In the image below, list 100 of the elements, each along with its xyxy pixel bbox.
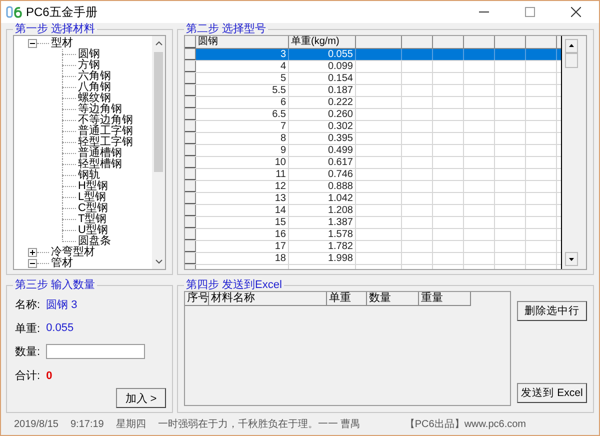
row-header[interactable]	[185, 121, 196, 132]
tree-item[interactable]: T型钢	[78, 214, 107, 225]
table-cell: 0.395	[289, 133, 356, 144]
table-cell: 15	[196, 217, 289, 228]
row-header[interactable]	[185, 73, 196, 84]
scroll-up-icon[interactable]	[154, 40, 162, 46]
row-header[interactable]	[185, 61, 196, 72]
expand-icon[interactable]	[28, 248, 37, 257]
column-header[interactable]: 序号	[185, 292, 209, 305]
tree-item[interactable]: 八角钢	[78, 82, 111, 93]
row-header[interactable]	[185, 229, 196, 240]
table-cell: 0.260	[289, 109, 356, 120]
tree-item[interactable]: 六角钢	[78, 71, 111, 82]
column-header[interactable]: 重量	[419, 292, 471, 305]
table-cell: 0.746	[289, 169, 356, 180]
app-logo-icon	[6, 5, 22, 19]
table-cell: 4	[196, 61, 289, 72]
table-cell: 0.617	[289, 157, 356, 168]
table-cell: 1.782	[289, 241, 356, 252]
total-value: 0	[46, 370, 52, 382]
scroll-down-icon[interactable]	[154, 259, 162, 265]
tree-item[interactable]: 钢轨	[78, 170, 100, 181]
row-header[interactable]	[185, 109, 196, 120]
tree-item[interactable]: L型钢	[78, 192, 106, 203]
window-title: PC6五金手册	[26, 4, 98, 20]
column-header[interactable]: 数量	[367, 292, 419, 305]
tree-item[interactable]: 型材	[51, 38, 73, 49]
row-header[interactable]	[185, 205, 196, 216]
table-cell: 3	[196, 49, 289, 60]
tree-item[interactable]: H型钢	[78, 181, 108, 192]
table-cell: 1.208	[289, 205, 356, 216]
scrollbar[interactable]	[152, 36, 165, 269]
field-label: 数量:	[15, 345, 40, 360]
table-cell: 1.042	[289, 193, 356, 204]
tree-item[interactable]: 圆钢	[78, 49, 100, 60]
row-header[interactable]	[185, 169, 196, 180]
collapse-icon[interactable]	[28, 39, 37, 48]
row-header[interactable]	[185, 157, 196, 168]
tree-item[interactable]: 等边角钢	[78, 104, 122, 115]
row-header[interactable]	[185, 241, 196, 252]
row-header[interactable]	[185, 133, 196, 144]
row-header[interactable]	[185, 193, 196, 204]
row-header[interactable]	[185, 253, 196, 264]
row-header[interactable]	[185, 85, 196, 96]
quantity-field[interactable]	[46, 344, 146, 360]
delete-row-button[interactable]: 删除选中行	[517, 301, 587, 321]
table-cell: 11	[196, 169, 289, 180]
row-header[interactable]	[185, 49, 196, 60]
field-label: 名称:	[15, 298, 40, 312]
scroll-thumb[interactable]	[565, 53, 578, 68]
column-header[interactable]: 单重(kg/m)	[289, 36, 356, 48]
table-cell: 16	[196, 229, 289, 240]
table-cell: 8	[196, 133, 289, 144]
row-header[interactable]	[185, 97, 196, 108]
tree-item[interactable]: 普通槽钢	[78, 148, 122, 159]
status-weekday: 星期四	[116, 418, 146, 431]
table-cell: 14	[196, 205, 289, 216]
scroll-down-icon[interactable]	[565, 252, 578, 266]
tree-item[interactable]: 轻型槽钢	[78, 159, 122, 170]
table-cell: 18	[196, 253, 289, 264]
table-cell: 5	[196, 73, 289, 84]
table-cell: 1.578	[289, 229, 356, 240]
grid-corner[interactable]	[185, 36, 196, 48]
table-cell: 0.499	[289, 145, 356, 156]
table-cell: 0.222	[289, 97, 356, 108]
table-cell: 9	[196, 145, 289, 156]
column-header[interactable]: 材料名称	[209, 292, 327, 305]
scroll-up-icon[interactable]	[565, 39, 578, 53]
table-cell: 0.154	[289, 73, 356, 84]
group-title: 第二步 选择型号	[185, 23, 268, 35]
table-cell: 17	[196, 241, 289, 252]
table-cell: 0.302	[289, 121, 356, 132]
tree-item[interactable]: C型钢	[78, 203, 108, 214]
field-label: 合计:	[15, 369, 40, 384]
row-header[interactable]	[185, 217, 196, 228]
tree-item[interactable]: 普通工字钢	[78, 126, 133, 137]
tree-item[interactable]: 管材	[51, 258, 73, 269]
tree-item[interactable]: 圆盘条	[78, 236, 111, 247]
group-title: 第一步 选择材料	[14, 23, 96, 35]
tree-item[interactable]: 不等边角钢	[78, 115, 133, 126]
table-cell: 5.5	[196, 85, 289, 96]
table-cell: 0.055	[289, 49, 356, 60]
status-quote: 一时强弱在于力，千秋胜负在于理。一一 曹禺	[158, 418, 361, 431]
tree-item[interactable]: U型钢	[78, 225, 108, 236]
table-cell: 1.998	[289, 253, 356, 264]
tree-item[interactable]: 轻型工字钢	[78, 137, 133, 148]
close-icon	[571, 7, 581, 17]
tree-item[interactable]: 冷弯型材	[51, 247, 95, 258]
table-cell: 12	[196, 181, 289, 192]
row-header[interactable]	[185, 181, 196, 192]
tree-item[interactable]: 螺纹钢	[78, 93, 111, 104]
row-header[interactable]	[185, 145, 196, 156]
table-cell: 0.187	[289, 85, 356, 96]
table-cell: 1.387	[289, 217, 356, 228]
add-button[interactable]: 加入 >	[116, 388, 166, 408]
collapse-icon[interactable]	[28, 259, 37, 268]
send-excel-button[interactable]: 发送到 Excel	[517, 383, 587, 403]
column-header[interactable]: 单重	[327, 292, 367, 305]
column-header[interactable]: 圆钢	[196, 36, 289, 48]
tree-item[interactable]: 方钢	[78, 60, 100, 71]
